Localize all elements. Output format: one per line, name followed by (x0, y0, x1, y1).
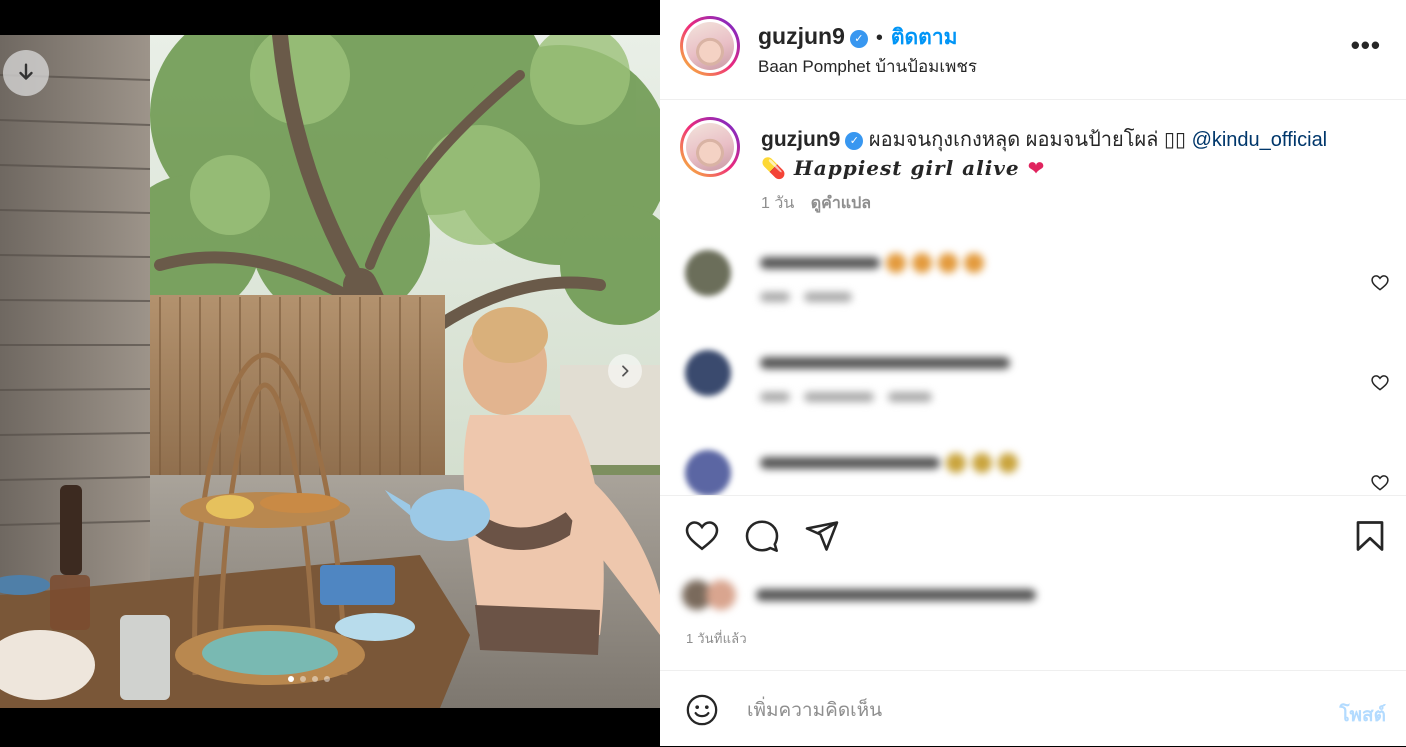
pill-emoji-icon: 💊 (761, 158, 786, 180)
post-timestamp[interactable]: 1 วันที่แล้ว (686, 628, 747, 649)
comment-input[interactable] (745, 695, 1309, 727)
commenter-avatar[interactable] (685, 450, 731, 495)
caption-placeholder-glyph: ▯▯ (1163, 129, 1192, 151)
comment-like-heart-icon[interactable] (1370, 473, 1390, 493)
caption-username[interactable]: guzjun9 (761, 128, 840, 151)
carousel-dot (312, 676, 318, 682)
caption-meta: 1 วัน ดูคำแปล (761, 191, 883, 216)
verified-badge-icon: ✓ (849, 29, 868, 48)
post-photo[interactable] (0, 35, 660, 708)
comment-like-heart-icon[interactable] (1370, 373, 1390, 393)
caption-script-line: Happiest girl alive (785, 156, 1028, 180)
like-heart-icon[interactable] (684, 518, 720, 554)
comment-text-blurred (760, 354, 1010, 372)
comment-bubble-icon[interactable] (744, 518, 780, 554)
caption-age: 1 วัน (761, 195, 795, 212)
download-icon (19, 63, 33, 80)
see-translation-button[interactable]: ดูคำแปล (811, 195, 871, 212)
avatar-image (686, 123, 734, 171)
more-options-icon[interactable]: ••• (1351, 30, 1381, 61)
action-bar (660, 495, 1406, 576)
caption-text: guzjun9 ✓ ผอมจนกุงเกงหลุด ผอมจนป้ายโผล่ ▯… (761, 126, 1371, 183)
chevron-right-icon (622, 365, 629, 377)
comment-meta-blurred (760, 392, 932, 402)
carousel-indicator (288, 676, 330, 682)
post-header: guzjun9 ✓ • ติดตาม Baan Pomphet บ้านป้อมเพช… (660, 0, 1406, 100)
download-button[interactable] (3, 50, 49, 96)
caption-mention-link[interactable]: @kindu_official (1192, 129, 1328, 151)
comment-item (660, 450, 1406, 495)
post-comment-button[interactable]: โพสต์ (1339, 700, 1386, 730)
add-comment-bar: โพสต์ (660, 670, 1406, 747)
heart-emoji-icon: ❤ (1027, 158, 1045, 180)
post-side-panel: guzjun9 ✓ • ติดตาม Baan Pomphet บ้านป้อมเพช… (660, 0, 1406, 746)
next-slide-button[interactable] (608, 354, 642, 388)
avatar-image (686, 22, 734, 70)
bookmark-save-icon[interactable] (1352, 518, 1388, 554)
caption-avatar[interactable] (680, 117, 740, 177)
commenter-avatar[interactable] (685, 250, 731, 296)
post-media (0, 0, 660, 746)
commenter-avatar[interactable] (685, 350, 731, 396)
comments-list (660, 240, 1406, 495)
photo-illustration (0, 35, 660, 708)
send-share-icon[interactable] (804, 518, 840, 554)
smiley-emoji-icon[interactable] (685, 693, 719, 727)
comment-meta-blurred (760, 292, 852, 302)
comment-text-blurred (760, 453, 1018, 473)
follow-button[interactable]: ติดตาม (891, 26, 958, 49)
carousel-dot (288, 676, 294, 682)
liker-avatar (706, 580, 736, 610)
carousel-dot (324, 676, 330, 682)
comment-like-heart-icon[interactable] (1370, 273, 1390, 293)
carousel-dot (300, 676, 306, 682)
separator-dot: • (875, 27, 883, 49)
comment-item (660, 250, 1406, 340)
comment-item (660, 350, 1406, 440)
caption-body: ผอมจนกุงเกงหลุด ผอมจนป้ายโผล่ (863, 129, 1164, 151)
post-location[interactable]: Baan Pomphet บ้านป้อมเพชร (758, 53, 977, 80)
verified-badge-icon: ✓ (845, 132, 864, 150)
author-username[interactable]: guzjun9 (758, 23, 845, 49)
author-avatar[interactable] (680, 16, 740, 76)
comment-text-blurred (760, 253, 984, 273)
